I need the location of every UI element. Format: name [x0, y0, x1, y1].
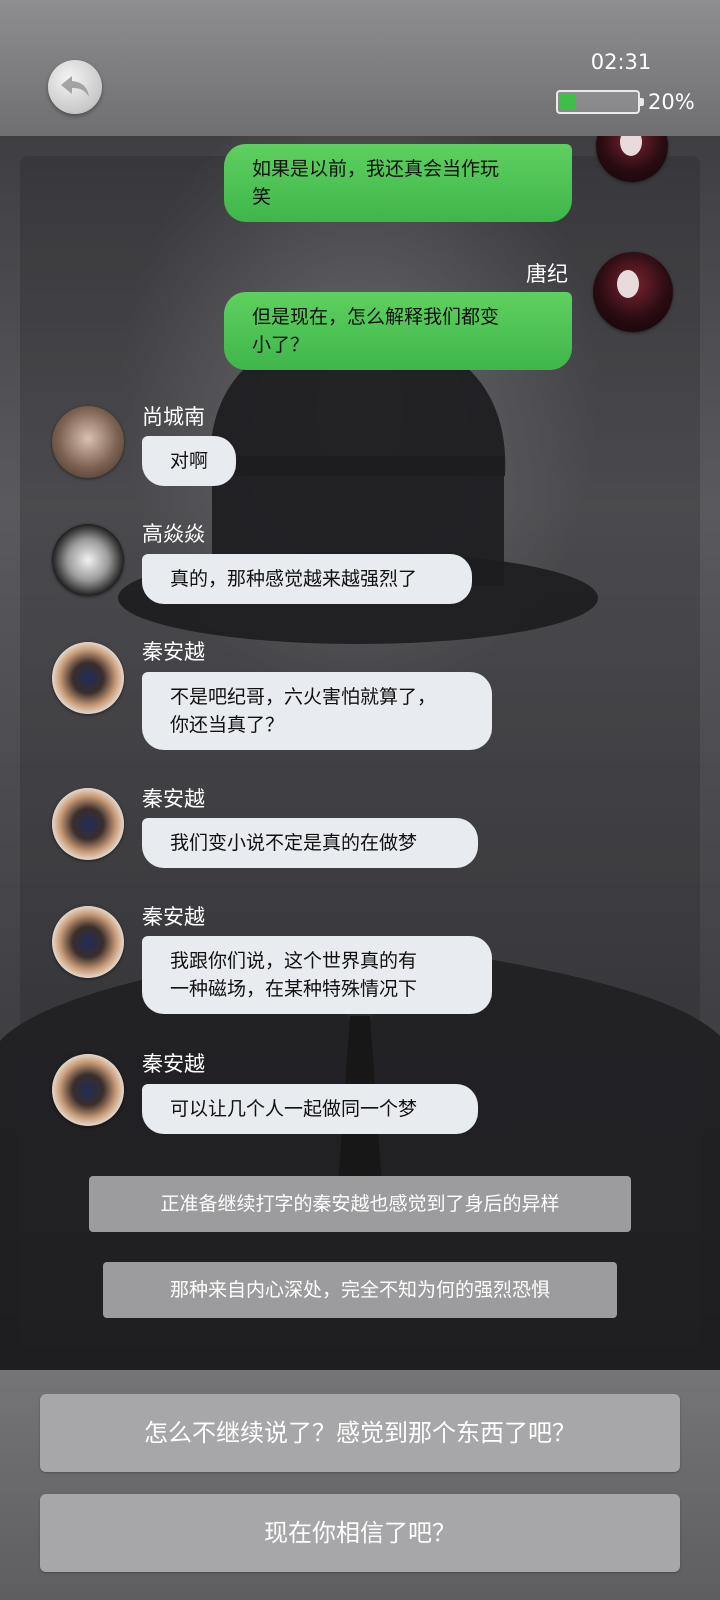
- narration-line: 那种来自内心深处，完全不知为何的强烈恐惧: [103, 1262, 617, 1318]
- sender-name: 唐纪: [526, 262, 568, 286]
- message-bubble: 真的，那种感觉越来越强烈了: [142, 554, 472, 604]
- choice-button-1[interactable]: 怎么不继续说了？感觉到那个东西了吧？: [40, 1394, 680, 1472]
- sender-name: 尚城南: [142, 405, 205, 429]
- message-bubble: 我们变小说不定是真的在做梦: [142, 818, 478, 868]
- message-bubble: 不是吧纪哥，六火害怕就算了， 你还当真了？: [142, 672, 492, 750]
- sender-name: 秦安越: [142, 640, 205, 664]
- avatar: [52, 1054, 124, 1126]
- message-bubble: 但是现在，怎么解释我们都变 小了？: [224, 292, 572, 370]
- message-bubble: 对啊: [142, 436, 236, 486]
- choice-button-2[interactable]: 现在你相信了吧？: [40, 1494, 680, 1572]
- avatar: [593, 252, 673, 332]
- battery-icon: [556, 90, 644, 114]
- top-bar: 02:31 20%: [0, 0, 720, 138]
- sender-name: 秦安越: [142, 905, 205, 929]
- battery-fill: [560, 94, 575, 110]
- sender-name: 秦安越: [142, 1052, 205, 1076]
- message-bubble: 可以让几个人一起做同一个梦: [142, 1084, 478, 1134]
- avatar: [52, 906, 124, 978]
- back-button[interactable]: [48, 60, 102, 114]
- story-scene: 如果是以前，我还真会当作玩 笑 唐纪 但是现在，怎么解释我们都变 小了？ 尚城南…: [0, 136, 720, 1370]
- sender-name: 秦安越: [142, 787, 205, 811]
- back-arrow-icon: [61, 76, 89, 97]
- avatar: [52, 524, 124, 596]
- message-bubble: 我跟你们说，这个世界真的有 一种磁场，在某种特殊情况下: [142, 936, 492, 1014]
- choice-area: 怎么不继续说了？感觉到那个东西了吧？ 现在你相信了吧？: [0, 1370, 720, 1600]
- sender-name: 高焱焱: [142, 522, 205, 546]
- avatar: [52, 406, 124, 478]
- narration-line: 正准备继续打字的秦安越也感觉到了身后的异样: [89, 1176, 631, 1232]
- avatar: [52, 642, 124, 714]
- avatar: [52, 788, 124, 860]
- message-bubble: 如果是以前，我还真会当作玩 笑: [224, 144, 572, 222]
- clock: 02:31: [590, 50, 652, 74]
- battery-percentage: 20%: [648, 90, 695, 114]
